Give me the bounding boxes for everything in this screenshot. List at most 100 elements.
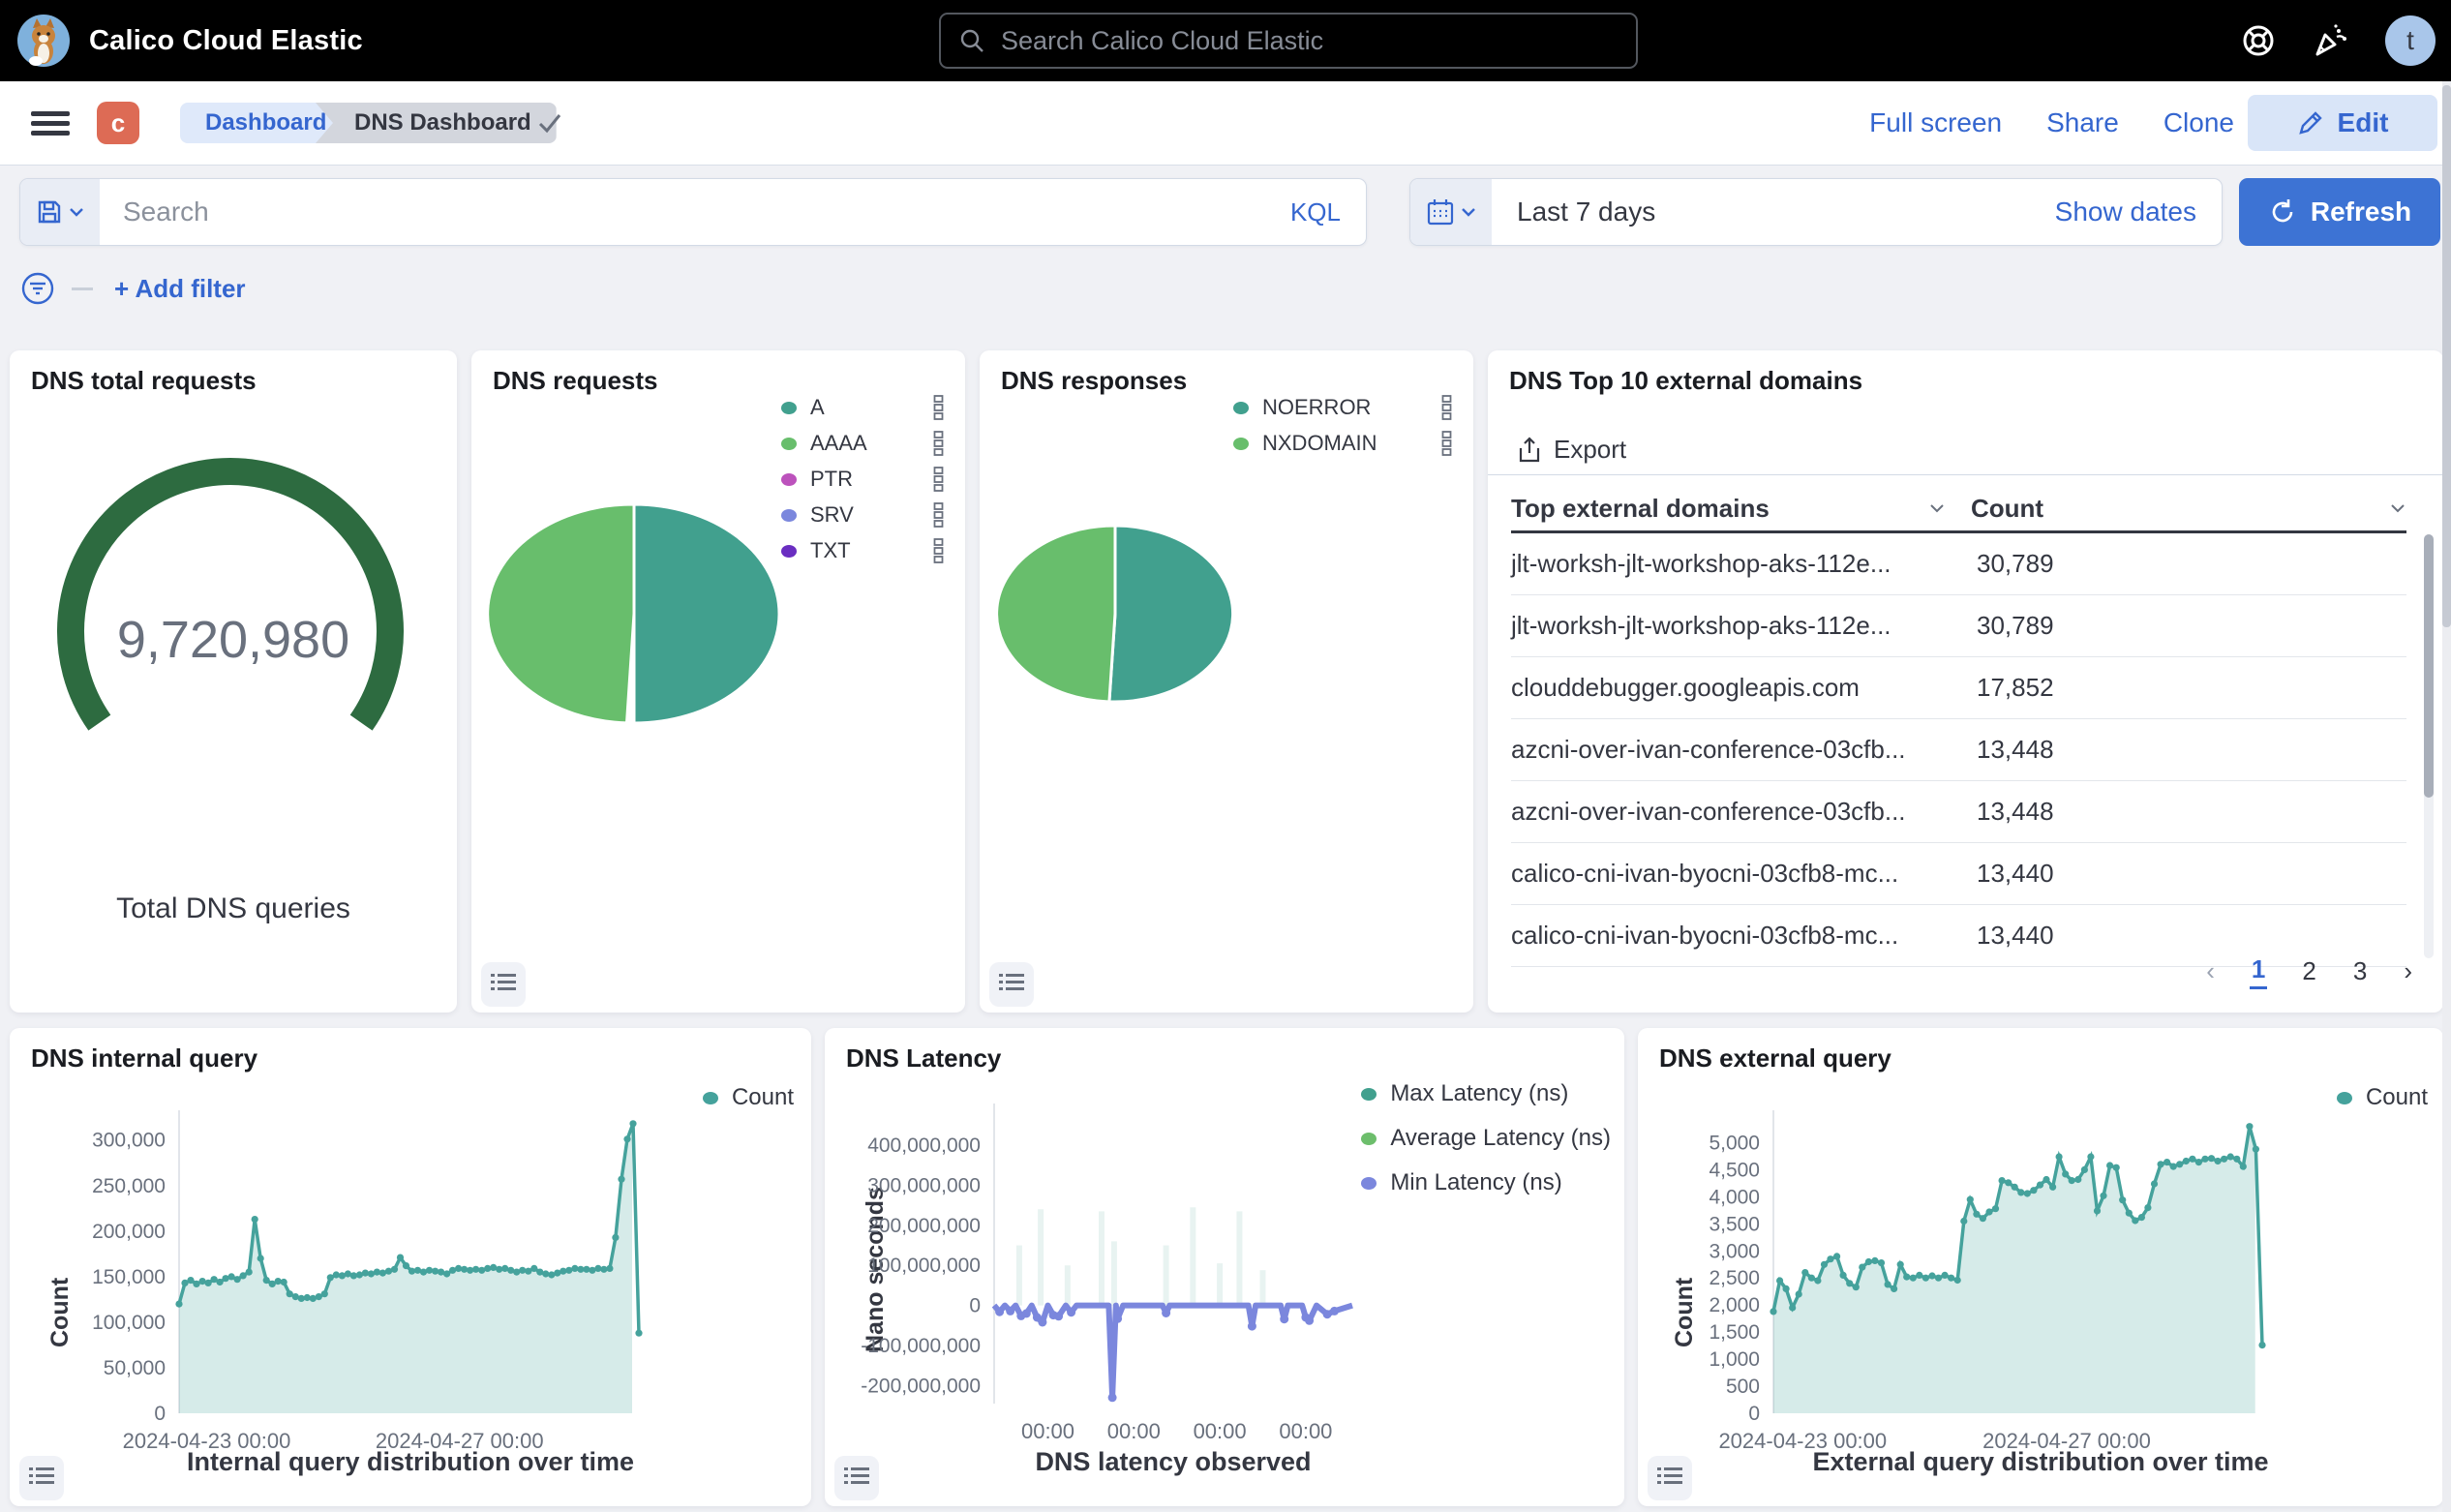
panel-dns-internal-query: DNS internal query Count 300,000250,0002… [10,1028,811,1506]
svg-text:3,000: 3,000 [1709,1240,1760,1262]
list-icon [1657,1467,1682,1490]
domain-cell: jlt-worksh-jlt-workshop-aks-112e... [1511,549,1971,579]
list-icon [999,973,1024,996]
divider [1488,474,2443,475]
chart-legend: Max Latency (ns) Average Latency (ns) Min … [1361,1080,1611,1196]
legend-item[interactable]: AAAA [781,429,946,458]
menu-hamburger-icon[interactable] [31,106,70,140]
show-dates-button[interactable]: Show dates [2030,197,2222,227]
user-avatar[interactable]: t [2385,15,2436,66]
breadcrumb-dns-dashboard[interactable]: DNS Dashboard [316,103,557,143]
svg-text:1,000: 1,000 [1709,1348,1760,1371]
legend-item[interactable]: A [781,393,946,422]
legend-toggle-button[interactable] [1648,1456,1692,1500]
refresh-button[interactable]: Refresh [2239,178,2440,246]
svg-text:4,000: 4,000 [1709,1186,1760,1208]
legend-toggle-button[interactable] [481,962,526,1007]
legend-item[interactable]: Min Latency (ns) [1361,1169,1611,1196]
export-button[interactable]: Export [1511,434,1632,466]
global-search-input[interactable] [999,25,1619,57]
list-icon [844,1467,869,1490]
global-search[interactable] [939,13,1638,69]
legend-item[interactable]: PTR [781,465,946,494]
legend-item[interactable]: NOERROR [1233,393,1454,422]
search-icon [958,27,985,54]
table-row[interactable]: calico-cni-ivan-byocni-03cfb8-mc...13,44… [1511,843,2406,905]
legend-item[interactable]: NXDOMAIN [1233,429,1454,458]
help-lifering-icon[interactable] [2240,22,2277,59]
legend-item[interactable]: Count [703,1084,794,1111]
table-scrollbar-thumb[interactable] [2424,534,2434,798]
legend-toggle-button[interactable] [19,1456,64,1500]
legend-item[interactable]: Count [2337,1084,2428,1111]
svg-text:1,500: 1,500 [1709,1321,1760,1344]
full-screen-button[interactable]: Full screen [1869,107,2002,138]
pagination-page-3[interactable]: 3 [2351,954,2369,988]
legend-actions-icon[interactable] [1439,430,1454,457]
legend-item[interactable]: TXT [781,536,946,565]
legend-toggle-button[interactable] [989,962,1034,1007]
legend-actions-icon[interactable] [931,430,946,457]
table-row[interactable]: jlt-worksh-jlt-workshop-aks-112e...30,78… [1511,595,2406,657]
legend-actions-icon[interactable] [931,394,946,421]
table-row[interactable]: azcni-over-ivan-conference-03cfb...13,44… [1511,719,2406,781]
news-party-popper-icon[interactable] [2312,21,2350,60]
clone-button[interactable]: Clone [2164,107,2234,138]
pagination-next-icon[interactable]: › [2402,954,2414,988]
column-header-count[interactable]: Count [1971,494,2406,524]
refresh-icon [2268,197,2297,227]
chart-legend: NOERROR NXDOMAIN [1233,393,1454,458]
pagination-prev-icon[interactable]: ‹ [2204,954,2217,988]
domains-table: Top external domains Count jlt-worksh-jl… [1511,486,2406,967]
add-filter-button[interactable]: + Add filter [108,273,252,305]
filter-bar: + Add filter [19,269,252,308]
svg-text:500: 500 [1726,1376,1760,1398]
table-row[interactable]: clouddebugger.googleapis.com17,852 [1511,657,2406,719]
pagination-page-2[interactable]: 2 [2300,954,2317,988]
pagination-page-1[interactable]: 1 [2250,953,2267,989]
legend-actions-icon[interactable] [1439,394,1454,421]
query-input[interactable] [100,197,1265,227]
filter-menu-icon[interactable] [19,270,56,307]
table-row[interactable]: azcni-over-ivan-conference-03cfb...13,44… [1511,781,2406,843]
domain-cell: jlt-worksh-jlt-workshop-aks-112e... [1511,611,1971,641]
legend-toggle-button[interactable] [834,1456,879,1500]
legend-item[interactable]: Max Latency (ns) [1361,1080,1611,1107]
table-scrollbar[interactable] [2424,534,2434,958]
saved-query-menu-button[interactable] [20,179,100,245]
svg-text:3,500: 3,500 [1709,1213,1760,1235]
filter-divider [72,287,93,290]
page-scrollbar[interactable] [2442,81,2451,1512]
count-cell: 13,448 [1971,797,2406,827]
calendar-menu-button[interactable] [1410,179,1492,245]
legend-actions-icon[interactable] [931,466,946,493]
sort-chevron-icon[interactable] [1928,502,1946,514]
edit-button[interactable]: Edit [2248,95,2437,151]
gauge-value: 9,720,980 [10,610,457,670]
area-chart[interactable]: 300,000250,000200,000150,000100,00050,00… [10,1028,811,1506]
sort-chevron-icon[interactable] [2389,502,2406,514]
share-button[interactable]: Share [2046,107,2119,138]
space-badge[interactable]: c [97,102,139,144]
chevron-down-icon [1461,206,1476,218]
legend-item[interactable]: Average Latency (ns) [1361,1125,1611,1152]
svg-text:50,000: 50,000 [104,1357,166,1379]
legend-dot-icon [1361,1177,1377,1190]
legend-dot-icon [781,402,797,414]
area-chart[interactable]: 5,0004,5004,0003,5003,0002,5002,0001,500… [1638,1028,2443,1506]
app-title: Calico Cloud Elastic [89,25,363,57]
kql-button[interactable]: KQL [1265,197,1366,227]
legend-actions-icon[interactable] [931,501,946,529]
page-scrollbar-thumb[interactable] [2442,85,2451,627]
panel-dns-responses: DNS responses NOERRORNXDOMAIN [980,350,1473,1013]
table-row[interactable]: jlt-worksh-jlt-workshop-aks-112e...30,78… [1511,533,2406,595]
legend-item[interactable]: SRV [781,500,946,529]
legend-actions-icon[interactable] [931,537,946,564]
calico-cat-logo[interactable] [15,13,72,69]
time-range-value[interactable]: Last 7 days [1492,197,2030,227]
chart-legend: AAAAAPTRSRVTXT [781,393,946,565]
domain-cell: clouddebugger.googleapis.com [1511,673,1971,703]
count-cell: 30,789 [1971,611,2406,641]
svg-text:5,000: 5,000 [1709,1132,1760,1154]
column-header-domains[interactable]: Top external domains [1511,494,1971,524]
